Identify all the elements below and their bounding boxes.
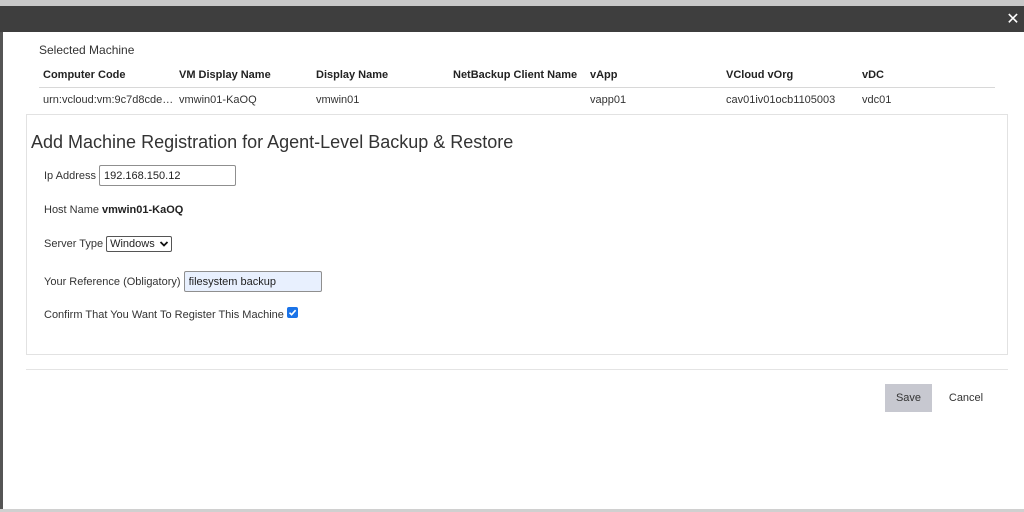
cell-vm-display-name: vmwin01-KaOQ	[179, 94, 257, 106]
server-type-row: Server Type Windows	[44, 236, 172, 252]
selected-machine-label: Selected Machine	[39, 43, 135, 57]
column-header-display-name: Display Name	[316, 69, 389, 81]
left-edge	[0, 32, 3, 512]
host-name-value: vmwin01-KaOQ	[102, 204, 184, 216]
column-header-vapp: vApp	[590, 69, 618, 81]
ip-address-row: Ip Address	[44, 165, 236, 186]
column-header-vcloud-vorg: VCloud vOrg	[726, 69, 794, 81]
confirm-checkbox[interactable]	[286, 306, 298, 318]
cell-vapp: vapp01	[590, 94, 627, 106]
reference-label: Your Reference (Obligatory)	[44, 275, 181, 288]
dialog-titlebar: ✕	[0, 6, 1024, 32]
close-icon[interactable]: ✕	[1004, 10, 1022, 28]
server-type-label: Server Type	[44, 238, 104, 250]
ip-address-input[interactable]	[98, 165, 236, 186]
cancel-button[interactable]: Cancel	[943, 384, 989, 412]
save-button[interactable]: Save	[885, 384, 932, 412]
column-header-vdc: vDC	[862, 69, 885, 81]
registration-panel: Add Machine Registration for Agent-Level…	[26, 114, 1008, 355]
confirm-row: Confirm That You Want To Register This M…	[44, 306, 298, 321]
footer-divider	[26, 369, 1008, 370]
cell-vdc: vdc01	[862, 94, 892, 106]
server-type-select[interactable]: Windows	[106, 236, 172, 252]
column-header-vm-display-name: VM Display Name	[179, 69, 271, 81]
host-name-label: Host Name	[44, 204, 100, 216]
host-name-row: Host Name vmwin01-KaOQ	[44, 204, 183, 216]
confirm-label: Confirm That You Want To Register This M…	[44, 309, 284, 321]
check-icon	[288, 309, 297, 316]
cell-computer-code: urn:vcloud:vm:9c7d8cde-…	[43, 94, 175, 106]
ip-address-label: Ip Address	[44, 169, 96, 182]
reference-row: Your Reference (Obligatory)	[44, 271, 322, 292]
reference-input[interactable]	[183, 271, 322, 292]
cell-vcloud-vorg: cav01iv01ocb1105003	[726, 94, 836, 106]
selected-machine-table: Computer Code VM Display Name Display Na…	[39, 64, 995, 112]
table-row: urn:vcloud:vm:9c7d8cde-… vmwin01-KaOQ vm…	[39, 88, 995, 112]
panel-title: Add Machine Registration for Agent-Level…	[31, 132, 514, 152]
cell-display-name: vmwin01	[316, 94, 360, 106]
table-header-row: Computer Code VM Display Name Display Na…	[39, 64, 995, 88]
server-type-selected: Windows	[110, 238, 155, 250]
chevron-down-icon	[159, 241, 168, 247]
column-header-netbackup-client-name: NetBackup Client Name	[453, 69, 578, 81]
column-header-computer-code: Computer Code	[43, 69, 126, 81]
